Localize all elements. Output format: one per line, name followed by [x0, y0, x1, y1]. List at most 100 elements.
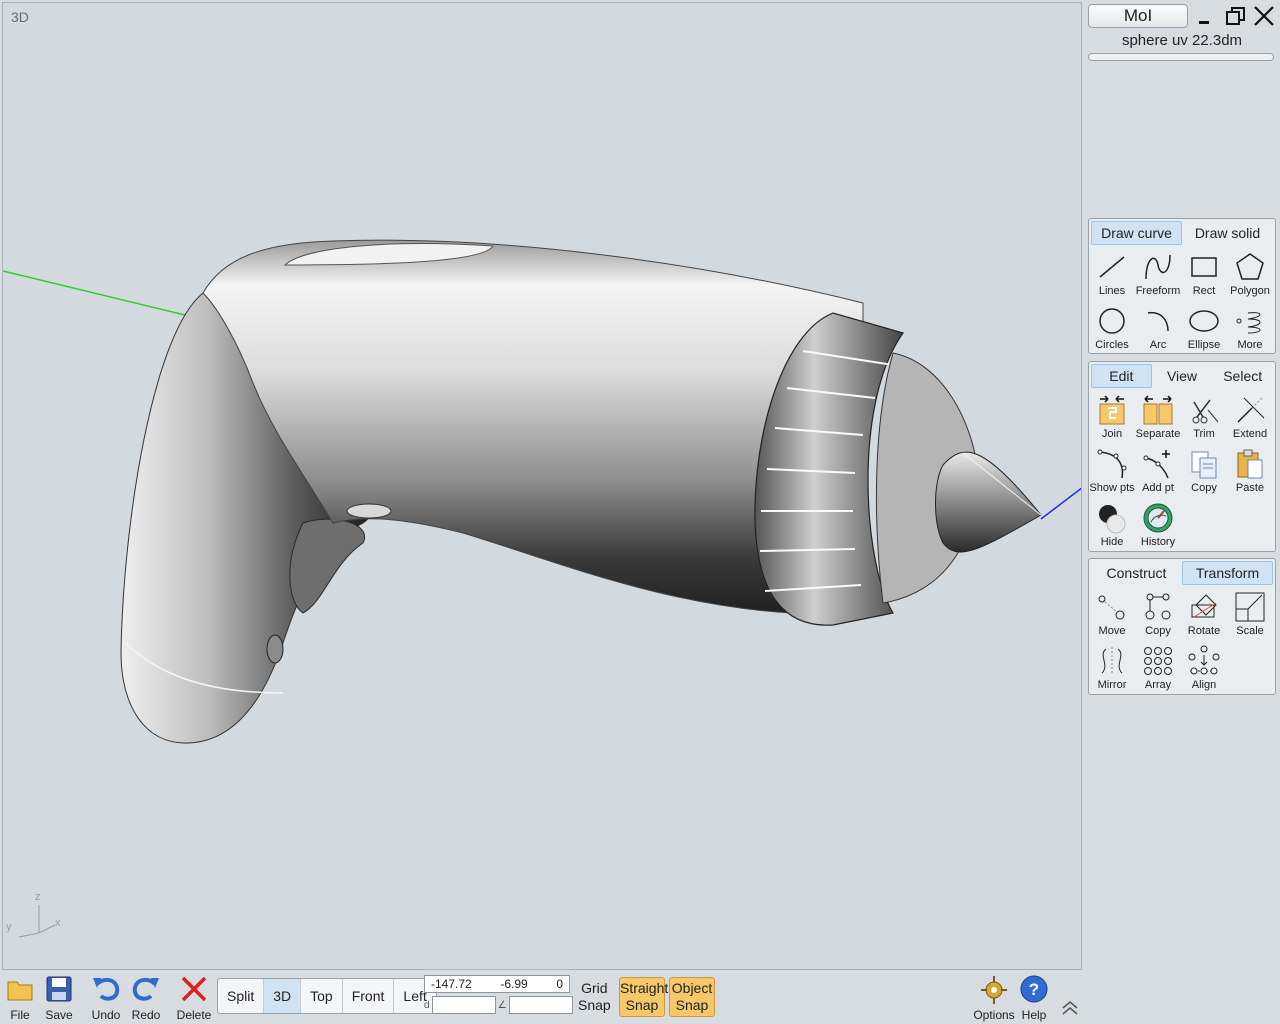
- tool-mirror[interactable]: Mirror: [1089, 641, 1135, 695]
- axis-x-label: x: [55, 917, 61, 929]
- add-point-icon: [1143, 450, 1170, 479]
- options-gear-icon: [981, 976, 1007, 1004]
- distance-label: d: [424, 999, 430, 1011]
- tool-label: Rotate: [1187, 625, 1221, 637]
- view-split-button[interactable]: Split: [218, 979, 265, 1013]
- tool-polygon[interactable]: Polygon: [1227, 247, 1273, 301]
- coord-x: -147.72: [431, 977, 472, 991]
- distance-field[interactable]: [431, 996, 496, 1014]
- tool-label: Polygon: [1230, 285, 1270, 297]
- undo-label: Undo: [91, 1008, 121, 1022]
- tool-trim[interactable]: Trim: [1181, 390, 1227, 444]
- tool-extend[interactable]: Extend: [1227, 390, 1273, 444]
- object-snap-button[interactable]: Object Snap: [669, 977, 715, 1017]
- tab-transform[interactable]: Transform: [1182, 561, 1273, 585]
- maximize-icon[interactable]: [1224, 4, 1248, 28]
- tool-history[interactable]: History: [1135, 498, 1181, 552]
- tool-label: Move: [1098, 625, 1126, 637]
- straight-snap-line1: Straight: [620, 980, 669, 996]
- tool-copy-transform[interactable]: Copy: [1135, 587, 1181, 641]
- redo-button[interactable]: Redo: [126, 974, 166, 1022]
- delete-label: Delete: [176, 1008, 212, 1022]
- tool-ellipse[interactable]: Ellipse: [1181, 301, 1227, 355]
- app-menu-button[interactable]: MoI: [1088, 4, 1188, 28]
- tool-join[interactable]: Join: [1089, 390, 1135, 444]
- file-button[interactable]: File: [0, 974, 40, 1022]
- show-points-icon: [1097, 449, 1127, 479]
- tool-move[interactable]: Move: [1089, 587, 1135, 641]
- tool-separate[interactable]: Separate: [1135, 390, 1181, 444]
- circle-icon: [1099, 308, 1125, 334]
- view-3d-button[interactable]: 3D: [264, 979, 302, 1013]
- tool-label: Circles: [1095, 339, 1129, 351]
- tool-arc[interactable]: Arc: [1135, 301, 1181, 355]
- angle-field[interactable]: [508, 996, 573, 1014]
- options-label: Options: [973, 1008, 1015, 1022]
- redo-icon: [132, 977, 159, 1001]
- tool-label: Join: [1101, 428, 1123, 440]
- drill-model[interactable]: [3, 3, 1082, 970]
- tool-label: Add pt: [1142, 482, 1174, 494]
- tool-lines[interactable]: Lines: [1089, 247, 1135, 301]
- tool-rect[interactable]: Rect: [1181, 247, 1227, 301]
- minimize-icon[interactable]: [1194, 4, 1218, 28]
- coord-z: 0: [556, 977, 563, 991]
- tab-view[interactable]: View: [1152, 364, 1213, 388]
- tool-paste[interactable]: Paste: [1227, 444, 1273, 498]
- tab-draw-solid[interactable]: Draw solid: [1182, 221, 1273, 245]
- trigger: [289, 518, 366, 614]
- tool-array[interactable]: Array: [1135, 641, 1181, 695]
- delete-icon: [181, 976, 207, 1002]
- tool-label: Copy: [1191, 482, 1217, 494]
- tab-select[interactable]: Select: [1212, 364, 1273, 388]
- tool-hide[interactable]: Hide: [1089, 498, 1135, 552]
- tool-rotate[interactable]: Rotate: [1181, 587, 1227, 641]
- tool-scale[interactable]: Scale: [1227, 587, 1273, 641]
- tool-label: Hide: [1100, 536, 1124, 548]
- handle-button: [266, 634, 284, 664]
- view-front-button[interactable]: Front: [343, 979, 395, 1013]
- help-icon: ?: [1020, 975, 1048, 1003]
- delete-button[interactable]: Delete: [174, 974, 214, 1022]
- copy-transform-icon: [1145, 593, 1171, 620]
- save-button[interactable]: Save: [39, 974, 79, 1022]
- tool-label: Arc: [1149, 339, 1167, 351]
- 3d-viewport[interactable]: 3D z y x: [2, 2, 1082, 970]
- svg-text:?: ?: [1029, 980, 1039, 999]
- view-top-button[interactable]: Top: [301, 979, 343, 1013]
- straight-snap-button[interactable]: Straight Snap: [619, 977, 669, 1017]
- tool-show-pts[interactable]: Show pts: [1089, 444, 1135, 498]
- y-axis-line: [3, 270, 190, 317]
- close-icon[interactable]: [1252, 4, 1276, 28]
- tab-edit[interactable]: Edit: [1091, 364, 1152, 388]
- more-curves-icon: [1236, 312, 1261, 334]
- mirror-icon: [1101, 647, 1123, 675]
- tab-draw-curve[interactable]: Draw curve: [1091, 221, 1182, 245]
- tool-copy[interactable]: Copy: [1181, 444, 1227, 498]
- chevron-up-icon[interactable]: [1060, 998, 1080, 1018]
- tool-freeform[interactable]: Freeform: [1135, 247, 1181, 301]
- progress-bar: [1088, 53, 1274, 61]
- tool-add-pt[interactable]: Add pt: [1135, 444, 1181, 498]
- rectangle-icon: [1191, 257, 1217, 277]
- side-slot: [346, 503, 392, 519]
- tool-more[interactable]: More: [1227, 301, 1273, 355]
- grid-snap-button[interactable]: Grid Snap: [578, 980, 611, 1014]
- tool-label: Ellipse: [1187, 339, 1221, 351]
- file-label: File: [10, 1008, 30, 1022]
- object-snap-line1: Object: [671, 980, 713, 996]
- tool-label: Scale: [1236, 625, 1264, 637]
- help-button[interactable]: ? Help: [1014, 974, 1054, 1022]
- coordinate-input: -147.72 -6.99 0 d ∠: [424, 975, 575, 1014]
- arc-icon: [1147, 311, 1169, 332]
- scale-icon: [1235, 592, 1265, 622]
- tool-label: History: [1140, 536, 1176, 548]
- join-icon: [1099, 395, 1125, 425]
- rotate-icon: [1191, 594, 1217, 618]
- xyz-field[interactable]: -147.72 -6.99 0: [424, 975, 570, 993]
- tab-construct[interactable]: Construct: [1091, 561, 1182, 585]
- tool-circles[interactable]: Circles: [1089, 301, 1135, 355]
- options-button[interactable]: Options: [973, 974, 1015, 1022]
- undo-button[interactable]: Undo: [86, 974, 126, 1022]
- tool-align[interactable]: Align: [1181, 641, 1227, 695]
